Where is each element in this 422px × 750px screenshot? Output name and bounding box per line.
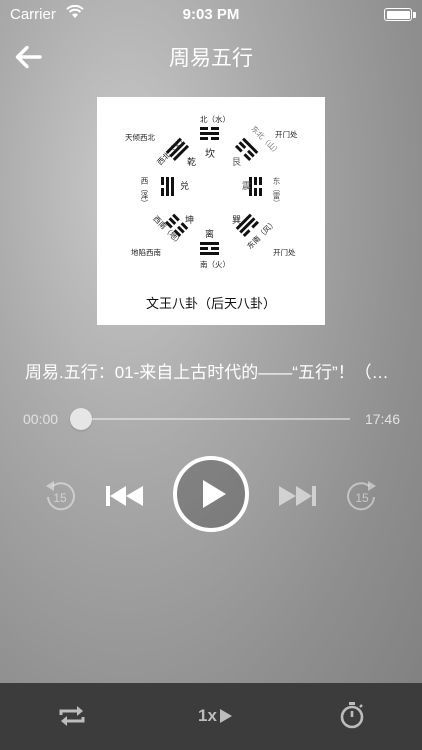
total-duration: 17:46: [364, 411, 400, 427]
stopwatch-icon: [340, 702, 364, 729]
trigram-south: 离: [205, 230, 215, 240]
bottom-toolbar: 1x: [0, 683, 422, 750]
progress-track[interactable]: [72, 418, 350, 420]
trigram-west: 兑: [178, 181, 188, 190]
skip-back-15-button[interactable]: 15: [42, 478, 78, 514]
artwork-caption: 文王八卦（后天八卦）: [145, 297, 276, 312]
label-north: 北（水）: [200, 115, 230, 124]
battery-icon: [384, 8, 412, 21]
trigram-east: 震: [240, 181, 250, 190]
forward-15-icon: 15: [347, 481, 376, 511]
label-northwest: 天倾西北: [125, 133, 155, 142]
trigram-southeast: 巽: [232, 216, 242, 226]
speed-label: 1x: [198, 706, 217, 725]
track-title: 周易.五行：01-来自上古时代的——“五行”！（…: [25, 363, 389, 382]
nav-bar: 周易五行: [0, 32, 422, 82]
trigram-southwest: 坤: [185, 216, 195, 226]
repeat-icon: [59, 706, 85, 726]
skip-forward-label: 15: [355, 491, 369, 505]
skip-forward-15-button[interactable]: 15: [344, 478, 380, 514]
battery-nub: [413, 12, 416, 18]
label-east: 东（雷）: [272, 177, 281, 207]
play-button[interactable]: [172, 455, 250, 533]
next-icon: [279, 486, 316, 506]
speed-play-icon: [219, 709, 232, 723]
status-bar: Carrier 9:03 PM: [0, 0, 422, 30]
label-northeast-gate: 开门处: [275, 130, 298, 139]
previous-track-button[interactable]: [103, 482, 147, 510]
label-southwest: 地陷西南: [131, 248, 161, 257]
album-artwork: 北（水） 坎 天倾西北 西北（天） 乾 东北（山） 开门处 艮 西（泽） 兑 东…: [97, 97, 325, 325]
sleep-timer-button[interactable]: [339, 701, 365, 729]
skip-back-label: 15: [53, 491, 67, 505]
progress-thumb[interactable]: [70, 408, 92, 430]
elapsed-time: 00:00: [23, 411, 59, 427]
repeat-button[interactable]: [57, 703, 87, 729]
rewind-15-icon: 15: [46, 481, 75, 511]
label-southeast-gate: 开门处: [273, 248, 296, 257]
page-title: 周易五行: [169, 47, 253, 70]
previous-icon: [106, 486, 143, 506]
trigram-north: 坎: [205, 149, 215, 160]
trigram-northwest: 乾: [187, 158, 197, 168]
trigram-northeast: 艮: [232, 158, 242, 168]
label-south: 南（火）: [200, 260, 230, 269]
playback-speed-button[interactable]: 1x: [198, 703, 242, 729]
play-icon: [173, 456, 249, 532]
label-west: 西（泽）: [140, 177, 149, 207]
next-track-button[interactable]: [275, 482, 319, 510]
status-time: 9:03 PM: [182, 6, 240, 23]
